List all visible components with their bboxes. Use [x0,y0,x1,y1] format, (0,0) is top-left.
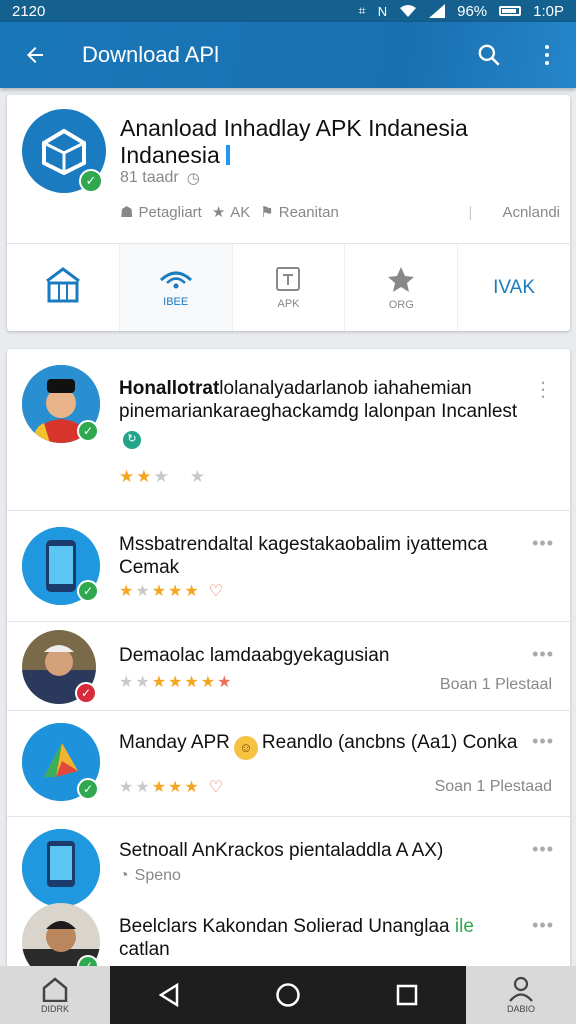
info-marker [225,145,230,165]
verified-check-icon: ✓ [79,169,103,193]
app-title: Beelclars Kakondan Solierad Unanglaa ile… [119,916,474,960]
meta-divider: | [468,203,473,221]
list-item[interactable]: ✓ Manday APR ☺ Reandlo (ancbns (Aa1) Conka… [7,711,570,817]
app-bar: Download APl [0,22,576,88]
featured-app-subtitle: 81 taadr ◷ [120,169,200,187]
category-home[interactable] [7,244,120,331]
nav-home-button[interactable] [258,966,318,1024]
more-horiz-button[interactable]: ••• [532,731,554,752]
category-ivak[interactable]: IVAK [458,244,570,331]
category-strip: IBEE APK ORG IVAK [7,244,570,331]
featured-app-meta: ☗ Petagliart ★ AK ⚑ Reanitan | Acnlandi [120,203,560,222]
app-title: Manday APR ☺ Reandlo (ancbns (Aa1) Conka [119,731,529,760]
category-org[interactable]: ORG [345,244,459,331]
app-list: ✓ Honallotratlolanalyadarlanob iahahemia… [7,349,570,969]
clock-icon: ◷ [186,170,200,187]
app-status: Boan 1 Plestaal [439,676,552,693]
battery-percent: 96% [457,2,488,20]
status-bar: 2120 ⌗ N 96% 1:0P [0,0,576,22]
featured-app-action-label[interactable]: Acnlandi [502,204,560,221]
star-rating: ★ ★ ★ ★ ★ ★ ★ [119,674,233,691]
more-horiz-button[interactable]: ••• [532,839,554,860]
category-free[interactable]: IBEE [119,244,233,331]
bookmark-icon: ⚑ [260,204,274,221]
badge-icon: ✓ [75,682,97,704]
list-item[interactable]: ✓ Honallotratlolanalyadarlanob iahahemia… [7,349,570,511]
nav-home-tab[interactable]: DIDRK [0,966,110,1024]
circle-home-icon [276,983,300,1007]
nfc-icon: N [377,3,388,19]
more-horiz-button[interactable]: ••• [532,533,554,554]
list-item[interactable]: Setnoall AnKrackos pientaladdla A AX) ••… [7,817,570,907]
app-subtitle: ◔ Speno [119,867,181,884]
verified-check-icon: ✓ [77,420,99,442]
tag-icon: ☗ [120,204,134,221]
square-recents-icon [396,984,417,1006]
status-time-left: 2120 [12,2,46,20]
star-rating: ★ ★ ★ ★ ★ ♡ [119,779,225,796]
triangle-back-icon [158,983,179,1007]
featured-app-card[interactable]: ✓ Ananload Inhadlay APK Indanesia Indane… [7,95,570,331]
back-button[interactable] [0,22,70,88]
app-title: Honallotratlolanalyadarlanob iahahemian … [119,377,529,449]
navigation-bar: DIDRK DABIO [0,966,576,1024]
refresh-icon: ↻ [123,430,141,449]
search-button[interactable] [460,22,518,88]
nav-recents-button[interactable] [377,966,437,1024]
battery-icon [499,6,522,16]
heart-icon: ♡ [208,779,225,796]
nav-profile-tab[interactable]: DABIO [466,966,576,1024]
more-horiz-button[interactable]: ••• [532,644,554,665]
app-title: Mssbatrendaltal kagestakaobalim iyattemc… [119,534,488,578]
verified-check-icon: ✓ [77,580,99,602]
person-icon [509,976,533,1002]
featured-app-title: Ananload Inhadlay APK Indanesia Indanesi… [120,115,468,168]
smiley-icon: ☺ [233,735,258,760]
category-apk[interactable]: APK [233,244,346,331]
star-rating: ★ ★ ★ ★ [119,467,206,486]
notification-icon: ⌗ [358,3,366,18]
app-bar-title: Download APl [82,42,219,67]
status-clock: 1:0P [533,2,564,20]
more-vert-button[interactable]: ⋮ [533,377,554,402]
apk-file-icon [276,266,301,291]
list-item[interactable]: ✓ Beelclars Kakondan Solierad Unanglaa i… [7,895,570,969]
arrow-left-icon [27,47,43,63]
wifi-sale-icon [159,271,192,288]
app-title: Setnoall AnKrackos pientaladdla A AX) [119,840,444,861]
more-vert-icon [545,45,549,65]
nav-back-button[interactable] [139,966,199,1024]
star-flag-icon [388,266,415,292]
star-outline-icon: ★ [211,204,226,221]
list-item[interactable]: ✓ Demaolac lamdaabgyekagusian ••• ★ ★ ★ ★ ★ ★… [7,622,570,711]
app-status: Soan 1 Plestaad [434,778,552,795]
signal-icon [429,4,446,18]
overflow-menu-button[interactable] [518,22,576,88]
home-icon [42,977,68,1002]
home-grid-icon [45,266,80,302]
list-item[interactable]: ✓ Mssbatrendaltal kagestakaobalim iyatte… [7,511,570,622]
verified-check-icon: ✓ [77,778,99,800]
search-icon [478,44,500,66]
app-title: Demaolac lamdaabgyekagusian [119,645,390,666]
speech-bubble-icon: ◔ [119,867,129,884]
star-rating: ★ ★ ★ ★ ★ ♡ [119,583,225,600]
heart-icon: ♡ [208,583,225,600]
wifi-icon [400,5,417,17]
more-horiz-button[interactable]: ••• [532,915,554,936]
